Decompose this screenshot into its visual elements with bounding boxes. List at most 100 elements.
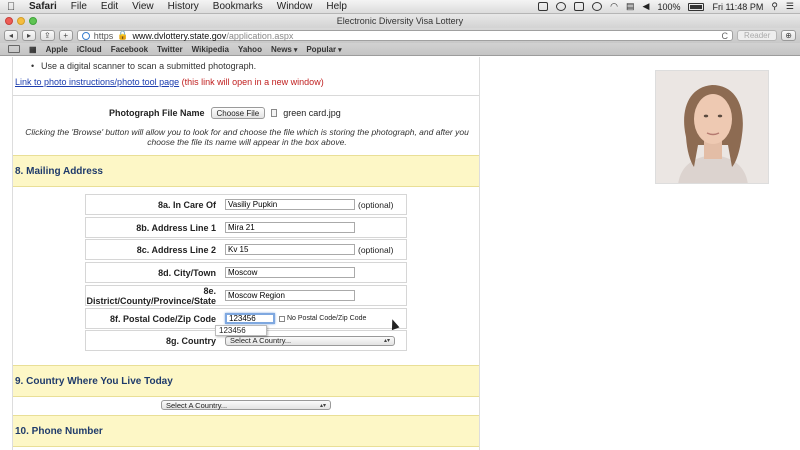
address-line-1-label: 8b. Address Line 1 [136, 222, 216, 233]
chosen-file-name: green card.jpg [283, 108, 341, 118]
battery-icon[interactable] [688, 2, 705, 11]
photo-file-row: Photograph File Name Choose File green c… [109, 107, 341, 119]
section-phone-number: 10. Phone Number [13, 415, 479, 447]
row-in-care-of: 8a. In Care Of (optional) [85, 194, 407, 215]
menu-window[interactable]: Window [270, 1, 320, 12]
photo-browse-note: Clicking the 'Browse' button will allow … [25, 127, 469, 147]
in-care-of-label: 8a. In Care Of [157, 199, 216, 210]
menu-bookmarks[interactable]: Bookmarks [206, 1, 270, 12]
reload-icon[interactable]: C [722, 31, 729, 41]
page-content: Use a digital scanner to scan a submitte… [0, 57, 800, 450]
downloads-icon[interactable]: ⊕ [781, 30, 796, 41]
country-select-value: Select A Country... [230, 336, 292, 345]
notification-center-icon[interactable]: ☰ [786, 1, 794, 12]
bookmark-apple[interactable]: Apple [46, 45, 68, 54]
postal-code-label: 8f. Postal Code/Zip Code [109, 313, 216, 324]
url-host: www.dvlottery.state.gov [132, 30, 227, 41]
address-line-1-input[interactable] [225, 222, 355, 233]
spotlight-icon[interactable]: ⚲ [771, 1, 778, 12]
top-sites-icon[interactable]: ▦ [29, 45, 37, 54]
application-form: Use a digital scanner to scan a submitte… [12, 57, 480, 450]
applicant-photo [655, 70, 769, 184]
photo-instruction-bullet: Use a digital scanner to scan a submitte… [31, 61, 256, 71]
file-icon [271, 109, 278, 117]
choose-file-button[interactable]: Choose File [210, 107, 266, 119]
reading-list-icon[interactable] [8, 45, 20, 53]
url-path: /application.aspx [226, 30, 294, 41]
zoom-window-icon[interactable] [29, 17, 37, 25]
bookmark-news[interactable]: News [271, 45, 297, 54]
photo-instructions-link[interactable]: Link to photo instructions/photo tool pa… [15, 77, 179, 87]
bookmark-popular[interactable]: Popular [306, 45, 341, 54]
apple-menu-icon[interactable]:  [0, 1, 22, 13]
menu-view[interactable]: View [125, 1, 161, 12]
window-title: Electronic Diversity Visa Lottery [336, 16, 464, 26]
status-area: ◠ ▤ ◀ 100% Fri 11:48 PM ⚲ ☰ [538, 1, 800, 12]
reader-button[interactable]: Reader [737, 30, 778, 41]
share-button[interactable]: ⇪ [40, 30, 55, 41]
row-address-line-1: 8b. Address Line 1 [85, 217, 407, 238]
address-bar[interactable]: https 🔒 www.dvlottery.state.gov/applicat… [76, 30, 734, 41]
autocomplete-suggestion[interactable]: 123456 [215, 325, 267, 336]
minimize-window-icon[interactable] [17, 17, 25, 25]
flag-icon[interactable]: ▤ [626, 1, 635, 12]
url-scheme: https [93, 30, 114, 41]
bookmark-facebook[interactable]: Facebook [111, 45, 148, 54]
bookmark-yahoo[interactable]: Yahoo [238, 45, 262, 54]
select-arrows-icon: ▴▾ [319, 402, 326, 409]
record-icon[interactable] [556, 2, 567, 11]
row-address-line-2: 8c. Address Line 2 (optional) [85, 239, 407, 260]
row-district: 8e. District/County/Province/State [85, 285, 407, 306]
timemachine-icon[interactable] [574, 2, 585, 11]
district-input[interactable] [225, 290, 355, 301]
section-country-live: 9. Country Where You Live Today [13, 365, 479, 397]
photo-link-note: (this link will open in a new window) [179, 77, 324, 87]
wifi-icon[interactable]: ◠ [610, 1, 618, 12]
address-line-2-input[interactable] [225, 244, 355, 255]
dropbox-icon[interactable] [538, 2, 549, 11]
divider [13, 95, 479, 96]
menu-history[interactable]: History [161, 1, 206, 12]
menu-file[interactable]: File [64, 1, 94, 12]
back-button[interactable]: ◂ [4, 30, 18, 41]
postal-code-input[interactable] [225, 313, 275, 324]
volume-icon[interactable]: ◀ [643, 1, 650, 12]
browser-toolbar: ◂ ▸ ⇪ + https 🔒 www.dvlottery.state.gov/… [0, 28, 800, 43]
bookmark-icloud[interactable]: iCloud [77, 45, 102, 54]
site-globe-icon [81, 31, 90, 40]
battery-percent: 100% [657, 1, 681, 12]
forward-button[interactable]: ▸ [22, 30, 36, 41]
country-live-select[interactable]: Select A Country... ▴▾ [161, 400, 331, 410]
menu-edit[interactable]: Edit [94, 1, 125, 12]
add-bookmark-button[interactable]: + [58, 30, 73, 41]
select-arrows-icon: ▴▾ [383, 338, 390, 344]
menu-help[interactable]: Help [319, 1, 354, 12]
city-label: 8d. City/Town [158, 267, 216, 278]
city-input[interactable] [225, 267, 355, 278]
section-mailing-address: 8. Mailing Address [13, 155, 479, 187]
close-window-icon[interactable] [5, 17, 13, 25]
photo-file-label: Photograph File Name [109, 108, 205, 118]
country-label: 8g. Country [165, 335, 216, 346]
photo-link-row: Link to photo instructions/photo tool pa… [15, 77, 324, 87]
lock-icon: 🔒 [117, 30, 129, 40]
bookmarks-bar: ▦ Apple iCloud Facebook Twitter Wikipedi… [0, 43, 800, 56]
address-line-2-optional: (optional) [358, 244, 394, 255]
country-live-select-value: Select A Country... [166, 400, 228, 410]
in-care-of-optional: (optional) [358, 199, 394, 210]
country-select[interactable]: Select A Country... ▴▾ [225, 335, 395, 346]
menu-app-safari[interactable]: Safari [22, 1, 64, 12]
bookmark-wikipedia[interactable]: Wikipedia [192, 45, 229, 54]
address-line-2-label: 8c. Address Line 2 [136, 244, 216, 255]
clock[interactable]: Fri 11:48 PM [712, 2, 763, 12]
bluetooth-icon[interactable] [592, 2, 603, 11]
no-postal-code-label: No Postal Code/Zip Code [287, 315, 367, 322]
bookmark-twitter[interactable]: Twitter [157, 45, 183, 54]
district-label: 8e. District/County/Province/State [86, 285, 216, 306]
no-postal-code-checkbox[interactable] [279, 315, 285, 322]
row-city: 8d. City/Town [85, 262, 407, 283]
window-controls [5, 17, 37, 25]
portrait-image [656, 71, 768, 183]
in-care-of-input[interactable] [225, 199, 355, 210]
menu-bar:  Safari File Edit View History Bookmark… [0, 0, 800, 14]
